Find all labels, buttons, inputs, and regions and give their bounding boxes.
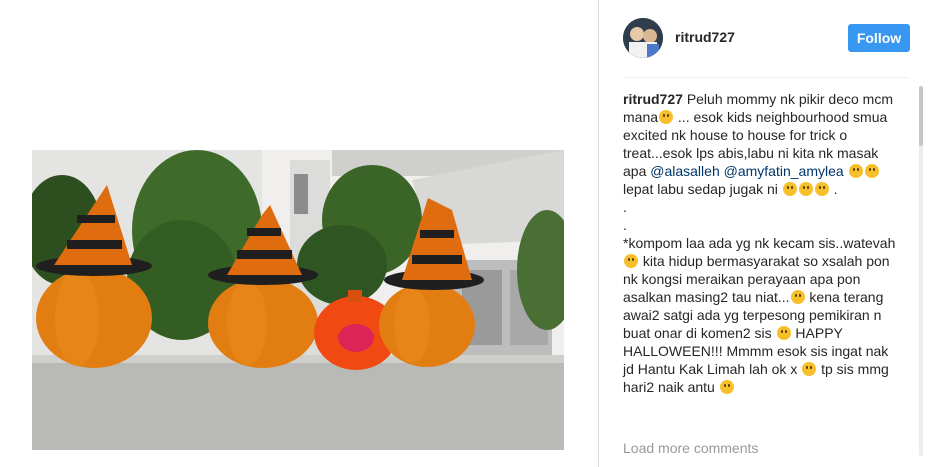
post-photo[interactable]: [32, 150, 564, 450]
caption-text: *kompom laa ada yg nk kecam sis..watevah: [623, 235, 896, 251]
emoji-icon: [814, 182, 829, 196]
emoji-icon: [719, 380, 734, 394]
avatar[interactable]: [623, 18, 663, 58]
emoji-icon: [790, 290, 805, 304]
post-details-panel: ritrud727 Follow ritrud727 Peluh mommy n…: [599, 0, 930, 467]
emoji-icon: [864, 164, 879, 178]
caption-text: .: [623, 217, 627, 233]
caption-text: .: [623, 199, 627, 215]
caption-text: lepat labu sedap jugak ni: [623, 181, 782, 197]
emoji-icon: [776, 326, 791, 340]
follow-button[interactable]: Follow: [848, 24, 910, 52]
emoji-icon: [782, 182, 797, 196]
post-caption: ritrud727 Peluh mommy nk pikir deco mcm …: [623, 90, 903, 396]
emoji-icon: [659, 110, 674, 124]
post-media-panel: [0, 0, 598, 467]
comments-scrollbar[interactable]: [919, 86, 923, 456]
scrollbar-thumb[interactable]: [919, 86, 923, 146]
caption-username[interactable]: ritrud727: [623, 91, 683, 107]
mention-link[interactable]: @alasalleh: [650, 163, 719, 179]
mention-link[interactable]: @amyfatin_amylea: [724, 163, 844, 179]
caption-text: .: [829, 181, 838, 197]
load-more-comments-link[interactable]: Load more comments: [623, 440, 758, 456]
emoji-icon: [802, 362, 817, 376]
emoji-icon: [798, 182, 813, 196]
halloween-pumpkins-image: [32, 150, 564, 450]
header-divider: [623, 77, 909, 78]
avatar-image: [623, 18, 663, 58]
post-username[interactable]: ritrud727: [675, 29, 735, 45]
emoji-icon: [624, 254, 638, 268]
post-header: ritrud727 Follow: [599, 0, 930, 78]
emoji-icon: [848, 164, 863, 178]
